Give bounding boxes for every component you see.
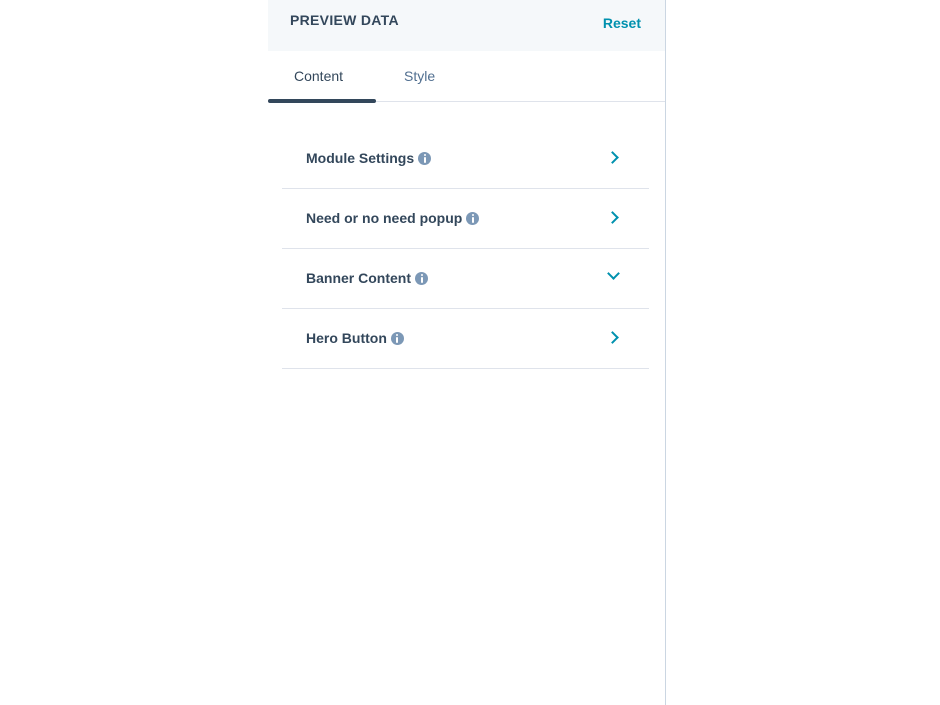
info-icon[interactable] [390, 331, 404, 345]
reset-button[interactable]: Reset [603, 15, 641, 31]
chevron-down-icon[interactable] [607, 267, 620, 280]
info-icon[interactable] [466, 211, 480, 225]
section-label-text: Hero Button [306, 330, 387, 346]
section-list: Module Settings Need or no need popup Ba… [282, 129, 649, 369]
panel-title: PREVIEW DATA [290, 12, 399, 28]
tab-content[interactable]: Content [294, 68, 343, 84]
section-label: Banner Content [306, 270, 428, 286]
section-label: Module Settings [306, 150, 432, 166]
chevron-right-icon[interactable] [606, 151, 619, 164]
section-label: Need or no need popup [306, 210, 480, 226]
tab-style[interactable]: Style [404, 68, 435, 84]
section-need-or-no-need-popup[interactable]: Need or no need popup [282, 189, 649, 249]
section-label-text: Module Settings [306, 150, 415, 166]
info-icon[interactable] [418, 151, 432, 165]
section-label: Hero Button [306, 330, 404, 346]
section-banner-content[interactable]: Banner Content [282, 249, 649, 309]
section-hero-button[interactable]: Hero Button [282, 309, 649, 369]
section-label-text: Banner Content [306, 270, 411, 286]
panel-header: PREVIEW DATA Reset [268, 0, 665, 51]
tab-bar: Content Style [268, 51, 665, 103]
chevron-right-icon[interactable] [606, 211, 619, 224]
active-tab-indicator [268, 99, 376, 103]
chevron-right-icon[interactable] [606, 331, 619, 344]
section-module-settings[interactable]: Module Settings [282, 129, 649, 189]
preview-data-panel: PREVIEW DATA Reset Content Style Module … [268, 0, 666, 705]
info-icon[interactable] [415, 271, 428, 285]
section-label-text: Need or no need popup [306, 210, 463, 226]
